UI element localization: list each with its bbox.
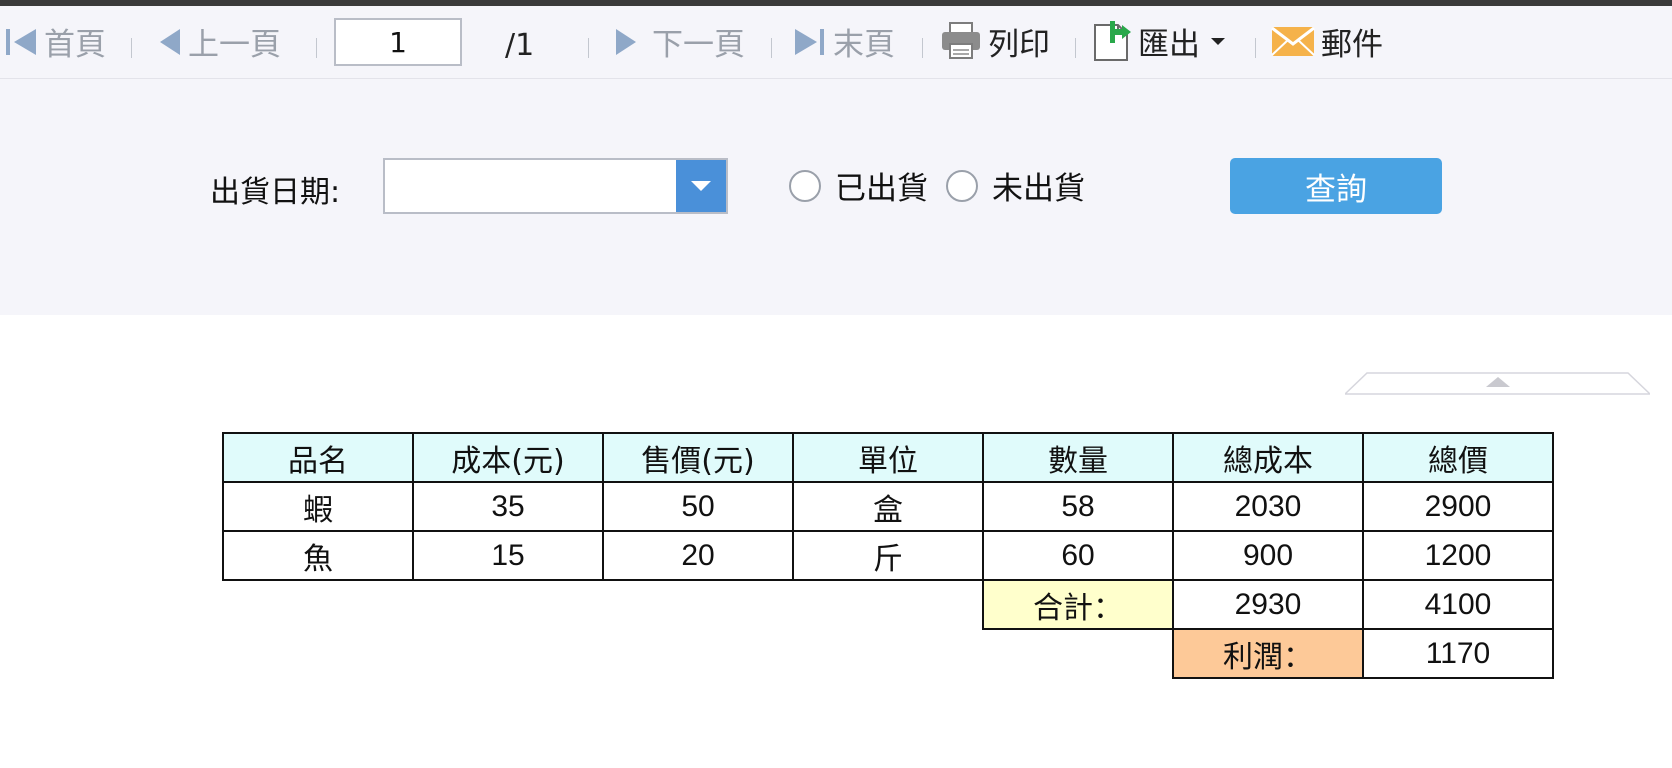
empty-cell [413, 580, 603, 629]
toolbar-divider [588, 38, 589, 58]
table-cell: 50 [602, 481, 794, 532]
profit-label: 利潤： [1172, 628, 1364, 679]
profit-row: 利潤： 1170 [223, 628, 1554, 679]
total-row: 合計： 2930 4100 [223, 579, 1554, 630]
date-dropdown-button[interactable] [676, 160, 726, 212]
export-icon [1094, 21, 1131, 61]
first-page-label: 首頁 [44, 26, 106, 63]
export-button[interactable]: 匯出 [1092, 21, 1228, 63]
radio-unshipped-option[interactable]: 未出貨 [946, 163, 1085, 208]
radio-shipped-label: 已出貨 [835, 171, 928, 207]
page-total: /1 [505, 28, 535, 63]
toolbar-divider [131, 38, 132, 58]
first-page-button[interactable]: 首頁 [4, 24, 106, 63]
ship-date-label: 出貨日期: [210, 175, 341, 210]
empty-cell [223, 629, 413, 678]
table-cell: 20 [602, 530, 794, 581]
total-price: 4100 [1362, 579, 1554, 630]
table-cell: 60 [982, 530, 1174, 581]
last-page-button[interactable]: 末頁 [793, 24, 895, 63]
empty-cell [603, 629, 793, 678]
radio-shipped[interactable] [789, 169, 821, 202]
toolbar-divider [1075, 38, 1076, 58]
profit-value: 1170 [1362, 628, 1554, 679]
next-page-label: 下一頁 [652, 26, 745, 63]
column-header: 總價 [1362, 432, 1554, 483]
first-page-icon [6, 29, 36, 55]
radio-unshipped-label: 未出貨 [992, 171, 1085, 207]
table-row: 魚 15 20 斤 60 900 1200 [222, 530, 1554, 581]
export-label: 匯出 [1138, 26, 1200, 63]
table-row: 蝦 35 50 盒 58 2030 2900 [222, 481, 1554, 532]
collapse-panel-tab[interactable] [1345, 371, 1650, 395]
toolbar-divider [771, 38, 772, 58]
empty-cell [983, 629, 1173, 678]
table-cell: 900 [1172, 530, 1364, 581]
radio-shipped-option[interactable]: 已出貨 [789, 163, 928, 208]
ship-date-picker[interactable] [383, 158, 728, 214]
table-header-row: 品名 成本(元) 售價(元) 單位 數量 總成本 總價 [222, 432, 1554, 483]
toolbar-divider [316, 38, 317, 58]
ship-date-input[interactable] [385, 160, 675, 212]
prev-page-button[interactable]: 上一頁 [158, 24, 281, 63]
prev-page-label: 上一頁 [188, 26, 281, 63]
table-cell: 斤 [792, 530, 984, 581]
table-cell: 盒 [792, 481, 984, 532]
table-cell: 2030 [1172, 481, 1364, 532]
print-icon [942, 22, 980, 59]
print-label: 列印 [988, 26, 1050, 63]
last-page-label: 末頁 [833, 26, 895, 63]
table-cell: 15 [412, 530, 604, 581]
table-cell: 58 [982, 481, 1174, 532]
toolbar-divider [922, 38, 923, 58]
empty-cell [793, 629, 983, 678]
filter-panel: 出貨日期: 已出貨 未出貨 查詢 [0, 79, 1672, 395]
table-cell: 1200 [1362, 530, 1554, 581]
empty-cell [413, 629, 603, 678]
print-button[interactable]: 列印 [940, 22, 1050, 63]
column-header: 品名 [222, 432, 414, 483]
calendar-dropdown-icon [691, 181, 711, 191]
mail-button[interactable]: 郵件 [1271, 24, 1383, 63]
empty-cell [603, 580, 793, 629]
column-header: 總成本 [1172, 432, 1364, 483]
mail-icon [1271, 26, 1315, 56]
column-header: 成本(元) [412, 432, 604, 483]
next-page-button[interactable]: 下一頁 [614, 24, 745, 63]
empty-cell [793, 580, 983, 629]
toolbar-divider [1255, 38, 1256, 58]
total-cost: 2930 [1172, 579, 1364, 630]
table-cell: 2900 [1362, 481, 1554, 532]
empty-cell [223, 580, 413, 629]
report-toolbar: 首頁 上一頁 /1 下一頁 末頁 列印 [0, 6, 1672, 79]
mail-label: 郵件 [1321, 26, 1383, 63]
total-label: 合計： [982, 579, 1174, 630]
prev-page-icon [160, 29, 180, 55]
last-page-icon [795, 29, 824, 55]
column-header: 數量 [982, 432, 1174, 483]
query-button[interactable]: 查詢 [1230, 158, 1442, 214]
column-header: 售價(元) [602, 432, 794, 483]
table-cell: 蝦 [222, 481, 414, 532]
table-cell: 35 [412, 481, 604, 532]
shipment-report-table: 品名 成本(元) 售價(元) 單位 數量 總成本 總價 蝦 35 50 盒 58… [222, 432, 1554, 679]
next-page-icon [616, 29, 636, 55]
radio-unshipped[interactable] [946, 169, 978, 202]
page-number-input[interactable] [334, 18, 462, 66]
table-cell: 魚 [222, 530, 414, 581]
column-header: 單位 [792, 432, 984, 483]
dropdown-caret-icon [1211, 38, 1225, 45]
